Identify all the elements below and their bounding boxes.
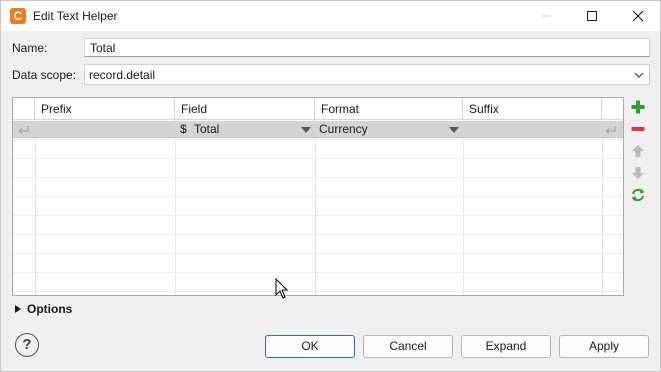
help-button[interactable]: ? [15, 333, 39, 357]
add-row-button[interactable] [629, 98, 647, 116]
plus-icon [631, 100, 645, 114]
close-icon [632, 10, 644, 22]
triangle-right-icon [15, 305, 21, 313]
field-dropdown-button[interactable] [297, 121, 315, 138]
column-header-end [602, 98, 623, 120]
data-scope-value: record.detail [89, 68, 156, 82]
refresh-icon [631, 188, 645, 202]
name-input[interactable]: Total [84, 38, 650, 57]
chevron-down-icon [634, 72, 644, 78]
row-header-corner [13, 98, 35, 120]
refresh-button[interactable] [629, 186, 647, 204]
cancel-button[interactable]: Cancel [363, 335, 453, 358]
row-marker [17, 121, 33, 138]
maximize-button[interactable] [569, 1, 615, 31]
data-scope-select[interactable]: record.detail [84, 64, 650, 85]
triangle-down-icon [301, 126, 311, 133]
options-label: Options [27, 302, 73, 316]
format-cell[interactable]: Currency [319, 121, 439, 138]
minus-icon [631, 127, 645, 131]
data-scope-label: Data scope: [12, 68, 77, 82]
remove-row-button[interactable] [629, 120, 647, 138]
close-button[interactable] [615, 1, 661, 31]
maximize-icon [587, 11, 597, 21]
return-arrow-icon [605, 126, 616, 134]
minimize-button[interactable] [523, 1, 569, 31]
move-down-button[interactable] [629, 164, 647, 182]
move-up-button[interactable] [629, 142, 647, 160]
help-icon: ? [22, 336, 32, 353]
column-header-field[interactable]: Field [175, 98, 315, 120]
table-row[interactable]: $ Total Currency [13, 121, 623, 138]
options-toggle[interactable]: Options [15, 302, 72, 316]
column-header-format[interactable]: Format [315, 98, 463, 120]
return-arrow-icon [18, 126, 29, 134]
window-title: Edit Text Helper [33, 9, 118, 23]
triangle-down-icon [449, 126, 459, 133]
arrow-down-icon [632, 167, 644, 179]
suffix-cell[interactable] [468, 121, 598, 138]
title-bar: C Edit Text Helper [1, 1, 660, 31]
text-parts-table[interactable]: Prefix Field Format Suffix $ Total Curre… [12, 97, 624, 296]
field-symbol: $ [180, 122, 187, 136]
minimize-icon [541, 15, 551, 17]
expand-button[interactable]: Expand [461, 335, 551, 358]
mouse-cursor-icon [275, 278, 289, 299]
ok-button[interactable]: OK [265, 335, 355, 358]
name-label: Name: [12, 41, 48, 55]
app-icon: C [10, 8, 26, 24]
column-header-suffix[interactable]: Suffix [463, 98, 602, 120]
column-header-prefix[interactable]: Prefix [35, 98, 175, 120]
apply-button[interactable]: Apply [559, 335, 649, 358]
row-end-marker [604, 121, 620, 138]
prefix-cell[interactable] [39, 121, 171, 138]
table-header: Prefix Field Format Suffix [13, 98, 623, 120]
field-cell[interactable]: Total [194, 121, 294, 138]
arrow-up-icon [632, 145, 644, 157]
format-dropdown-button[interactable] [445, 121, 463, 138]
edit-text-helper-dialog: C Edit Text Helper Name: Total Data scop… [0, 0, 661, 372]
